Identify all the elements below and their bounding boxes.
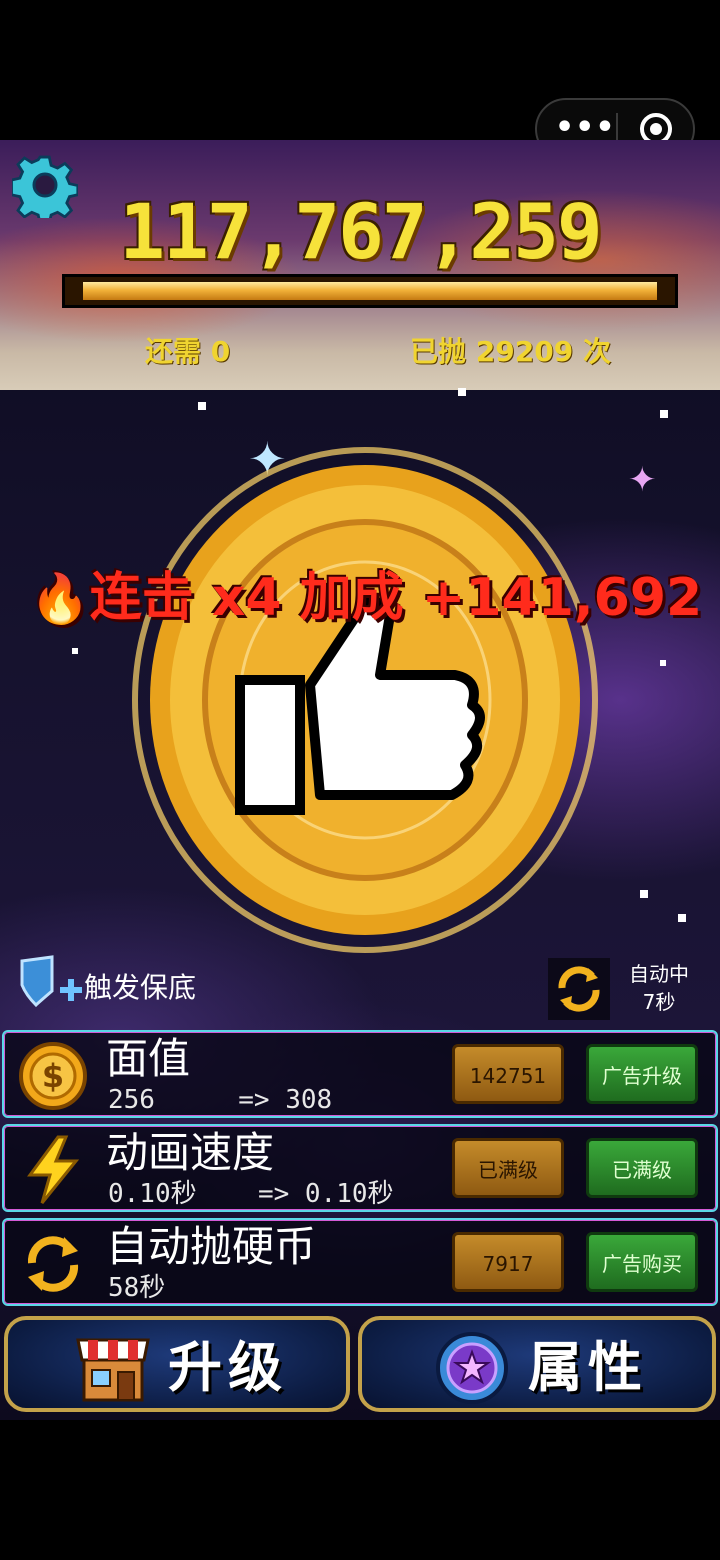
auto-label: 自动中 [629, 962, 689, 986]
upgrade-values: 0.10秒 => 0.10秒 [108, 1178, 394, 1210]
fire-icon: 🔥 [30, 571, 90, 627]
progress-fill [83, 282, 657, 300]
need-value: 0 [210, 335, 231, 368]
ad-upgrade-button[interactable]: 广告升级 [586, 1044, 698, 1104]
guarantee-label: 触发保底 [84, 971, 197, 1004]
upgrade-title: 自动抛硬币 [106, 1222, 317, 1271]
thumbs-up-coin-icon[interactable] [110, 440, 630, 960]
upgrade-title: 面值 [106, 1034, 191, 1083]
attributes-tab-label: 属性 [528, 1336, 648, 1399]
star [660, 660, 666, 666]
star [72, 648, 78, 654]
svg-text:$: $ [42, 1057, 64, 1095]
status-area: ••• [0, 0, 720, 160]
current-value: 0.10秒 [108, 1179, 197, 1209]
game-area: ✦ ✦ 117,767,259 还需 0 已抛 29209 次 🔥连击 x4 加… [0, 140, 720, 1420]
upgrade-tab-label: 升级 [168, 1336, 288, 1399]
need-label: 还需 [145, 335, 202, 368]
current-value: 256 [108, 1085, 155, 1115]
thrown-unit: 次 [582, 335, 611, 368]
buy-upgrade-button[interactable]: 已满级 [452, 1138, 564, 1198]
auto-refresh-icon [27, 1236, 79, 1292]
ad-upgrade-button[interactable]: 已满级 [586, 1138, 698, 1198]
attributes-tab-button[interactable]: 属性 [358, 1316, 716, 1412]
coin-total: 117,767,259 [119, 187, 602, 276]
combo-text: 连击 x4 加成 +141,692 [89, 568, 703, 628]
buy-upgrade-button[interactable]: 7917 [452, 1232, 564, 1292]
upgrade-row-face-value: $ 面值 256 => 308 142751 广告升级 [2, 1030, 718, 1118]
star [640, 890, 648, 898]
shop-icon [76, 1338, 150, 1402]
arrow: => [257, 1179, 290, 1209]
next-value: 0.10秒 [304, 1179, 394, 1209]
star-badge-icon [436, 1332, 508, 1404]
upgrade-title: 动画速度 [106, 1128, 275, 1177]
star [198, 402, 206, 410]
progress-bar [62, 274, 678, 308]
dollar-coin-icon: $ [19, 1042, 87, 1110]
upgrade-row-auto-flip: 自动抛硬币 58秒 7917 广告购买 [2, 1218, 718, 1306]
star [678, 914, 686, 922]
thrown-count: 已抛 29209 次 [410, 330, 611, 370]
shield-plus-icon[interactable] [18, 955, 84, 1009]
ad-buy-button[interactable]: 广告购买 [586, 1232, 698, 1292]
upgrade-values: 256 => 308 [108, 1084, 332, 1116]
next-value: 308 [285, 1085, 333, 1115]
thrown-label: 已抛 [410, 335, 467, 368]
star [458, 388, 466, 396]
upgrade-row-animation-speed: 动画速度 0.10秒 => 0.10秒 已满级 已满级 [2, 1124, 718, 1212]
auto-refresh-icon[interactable] [548, 958, 610, 1020]
auto-status: 自动中 7秒 [614, 960, 704, 1016]
lightning-icon [27, 1135, 80, 1204]
need-remaining: 还需 0 [145, 330, 230, 370]
upgrade-tab-button[interactable]: 升级 [4, 1316, 350, 1412]
buy-upgrade-button[interactable]: 142751 [452, 1044, 564, 1104]
upgrade-values: 58秒 [108, 1272, 165, 1304]
thrown-value: 29209 [475, 335, 574, 368]
star [660, 410, 668, 418]
bottom-blank-area [0, 1420, 720, 1560]
current-value: 58秒 [108, 1273, 166, 1303]
combo-banner: 🔥连击 x4 加成 +141,692 [30, 555, 702, 630]
auto-timer: 7秒 [642, 990, 676, 1014]
sparkle-star: ✦ [628, 460, 657, 500]
arrow: => [238, 1085, 270, 1115]
